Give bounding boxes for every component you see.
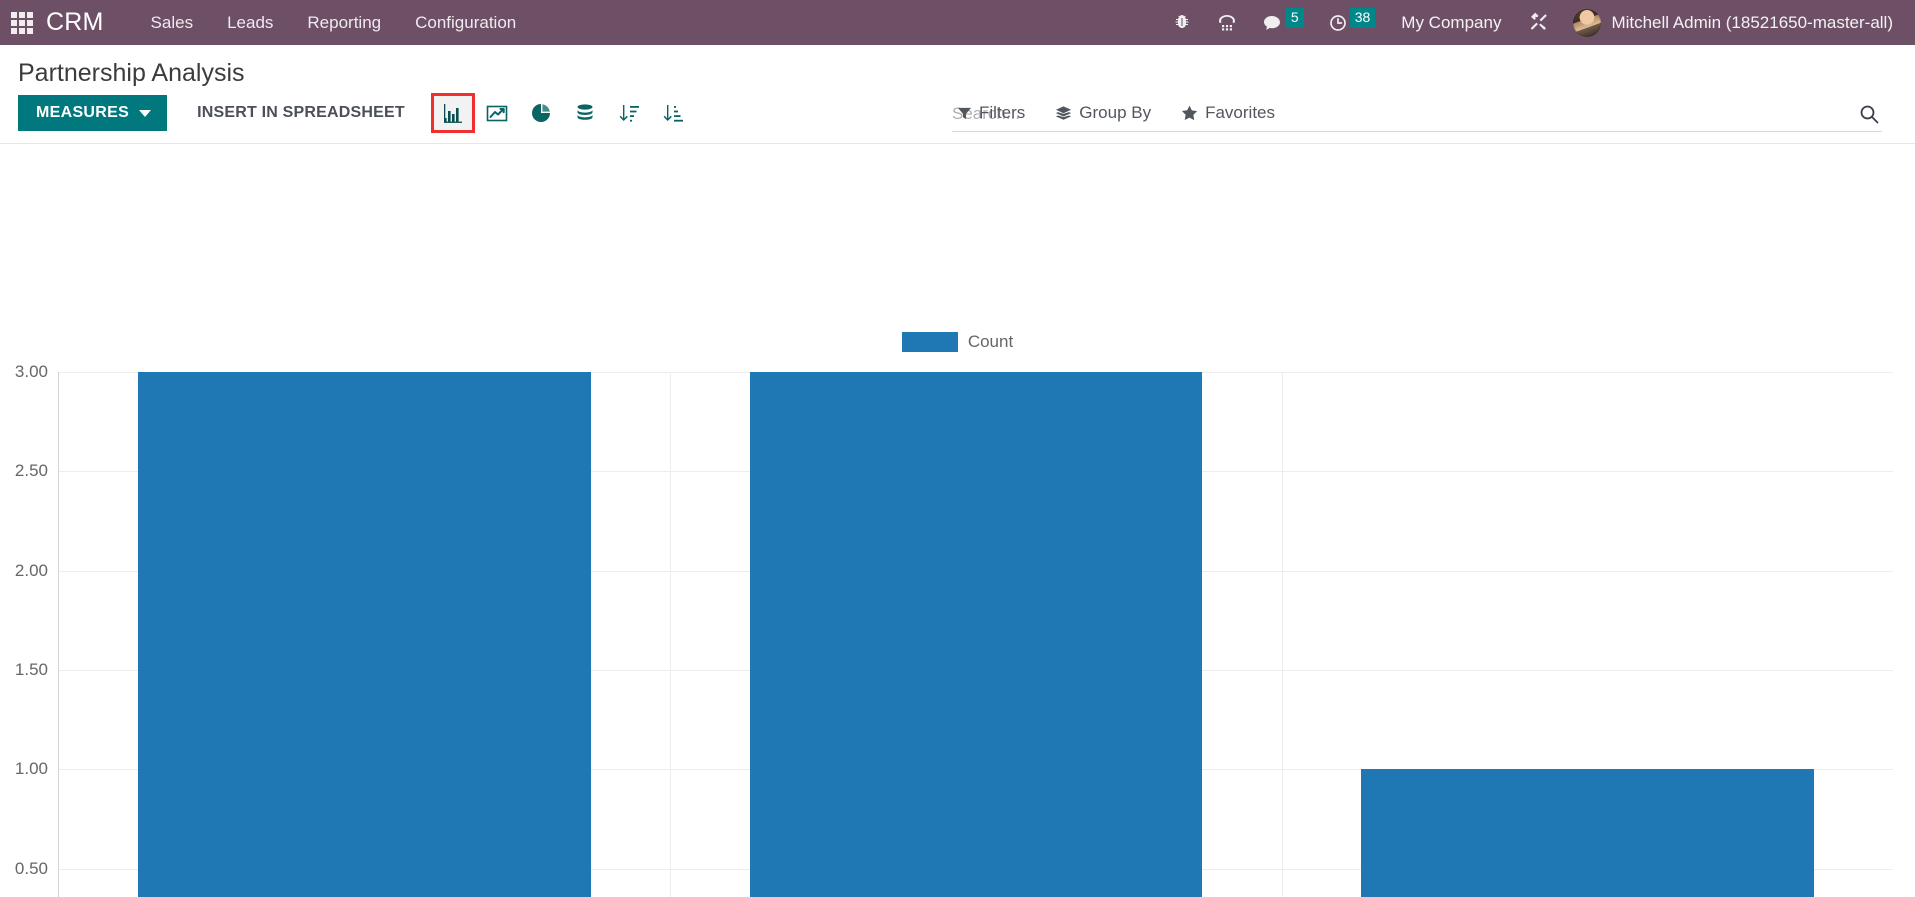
dialpad-icon[interactable] [1204, 0, 1250, 45]
bug-icon[interactable] [1160, 0, 1204, 45]
messages-count-badge: 5 [1285, 7, 1304, 28]
nav-item-configuration[interactable]: Configuration [398, 0, 533, 45]
funnel-icon [957, 107, 972, 119]
group-by-label: Group By [1079, 103, 1152, 122]
bar-chart-icon[interactable] [430, 93, 475, 133]
y-axis-tick-label: 1.00 [14, 759, 48, 779]
app-brand-crm[interactable]: CRM [46, 8, 104, 37]
chat-bubble-icon [1263, 15, 1280, 30]
chart-type-toolbar [430, 93, 695, 133]
chevron-down-icon [139, 109, 152, 117]
nav-item-reporting[interactable]: Reporting [290, 0, 398, 45]
control-panel-toolbar: MEASURES INSERT IN SPREADSHEET Filters G… [0, 93, 1915, 143]
y-axis-tick-label: 3.00 [14, 362, 48, 381]
activities-menu[interactable]: 38 [1316, 0, 1388, 45]
filters-button[interactable]: Filters [955, 99, 1027, 127]
messages-menu[interactable]: 5 [1250, 0, 1316, 45]
measures-button-label: MEASURES [36, 104, 130, 121]
company-switcher[interactable]: My Company [1387, 13, 1515, 33]
y-axis-tick-label: 1.50 [14, 660, 48, 679]
star-icon [1181, 105, 1198, 121]
chart-bar[interactable] [138, 372, 591, 897]
control-panel-top-row: Partnership Analysis [0, 45, 1915, 95]
apps-grid-icon[interactable] [10, 11, 34, 35]
user-name-label: Mitchell Admin (18521650-master-all) [1611, 12, 1893, 32]
legend-swatch-count[interactable] [901, 332, 958, 352]
chart-bar[interactable] [749, 372, 1203, 897]
top-navbar: CRM Sales Leads Reporting Configuration … [0, 0, 1915, 45]
sort-descending-icon[interactable] [607, 93, 651, 133]
chart-bar[interactable] [1361, 769, 1814, 897]
y-axis-tick-label: 0.50 [14, 858, 48, 878]
graph-view: Count 0.000.501.001.502.002.503.00GoldSi… [0, 144, 1915, 897]
user-avatar [1573, 8, 1602, 37]
x-gridline [1281, 372, 1283, 897]
control-panel: Partnership Analysis MEASURES INSERT IN … [0, 45, 1915, 144]
tools-icon[interactable] [1515, 0, 1563, 45]
chart-legend: Count [0, 332, 1915, 352]
nav-item-leads[interactable]: Leads [210, 0, 290, 45]
x-gridline [670, 372, 672, 897]
activities-count-badge: 38 [1349, 7, 1376, 28]
favorites-label: Favorites [1205, 103, 1276, 122]
clock-icon [1329, 14, 1346, 31]
search-facet-buttons: Filters Group By Favorites [955, 99, 1277, 127]
y-axis-tick-label: 2.00 [14, 560, 48, 580]
measures-button[interactable]: MEASURES [18, 95, 168, 131]
insert-in-spreadsheet-button[interactable]: INSERT IN SPREADSHEET [183, 95, 419, 131]
user-menu[interactable]: Mitchell Admin (18521650-master-all) [1563, 8, 1901, 37]
pie-chart-icon[interactable] [519, 93, 563, 133]
filters-label: Filters [979, 103, 1026, 122]
page-title: Partnership Analysis [18, 59, 245, 87]
nav-item-sales[interactable]: Sales [134, 0, 211, 45]
chart-plot-area: 0.000.501.001.502.002.503.00GoldSilverBr… [15, 362, 1893, 897]
sort-ascending-icon[interactable] [651, 93, 695, 133]
y-axis-tick-label: 2.50 [14, 461, 48, 481]
favorites-button[interactable]: Favorites [1179, 99, 1277, 127]
legend-label-count: Count [967, 332, 1014, 351]
line-chart-icon[interactable] [475, 93, 519, 133]
group-by-button[interactable]: Group By [1053, 99, 1153, 127]
layers-icon [1056, 106, 1072, 120]
stacked-database-icon[interactable] [563, 93, 607, 133]
